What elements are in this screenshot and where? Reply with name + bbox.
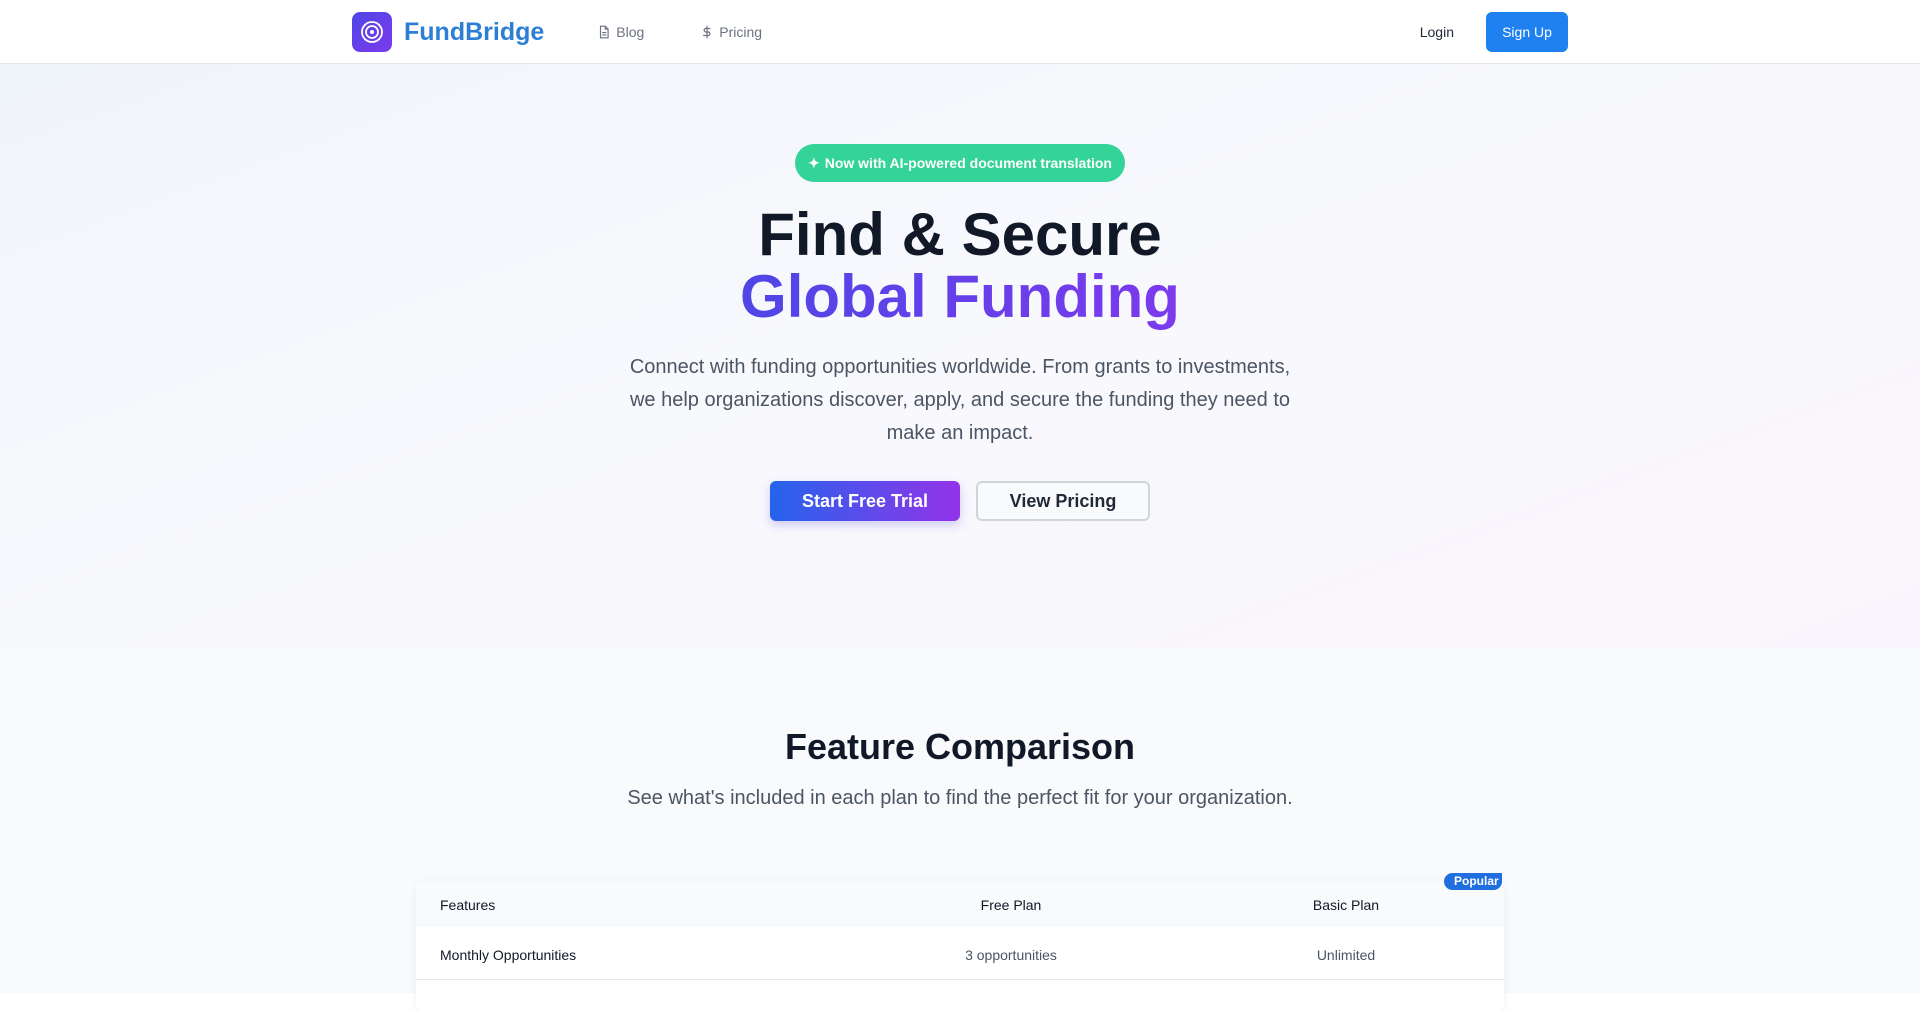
nav-actions: Login Sign Up <box>1420 12 1568 52</box>
hero-title-line1: Find & Secure <box>758 201 1162 268</box>
column-header-free-plan: Free Plan <box>980 897 1042 913</box>
section-subtitle: See what's included in each plan to find… <box>627 787 1293 809</box>
hero-title-highlight: Global Funding <box>740 263 1180 330</box>
login-link[interactable]: Login <box>1420 24 1454 40</box>
popular-badge: Popular <box>1444 873 1502 890</box>
nav-link-label: Pricing <box>719 24 763 40</box>
row-divider <box>416 979 1504 980</box>
view-pricing-button[interactable]: View Pricing <box>976 481 1150 521</box>
brand-name[interactable]: FundBridge <box>404 18 544 47</box>
nav-link-blog[interactable]: Blog <box>597 24 644 40</box>
nav-link-pricing[interactable]: Pricing <box>700 24 762 40</box>
sparkle-icon: ✦ <box>807 154 820 171</box>
hero-section: ✦ Now with AI-powered document translati… <box>0 64 1920 648</box>
hero-description: Connect with funding opportunities world… <box>629 356 1291 444</box>
badge-text: Now with AI-powered document translation <box>824 155 1112 171</box>
feature-comparison-section: Feature Comparison See what's included i… <box>0 648 1920 1011</box>
feature-name: Monthly Opportunities <box>440 947 577 963</box>
hero-title-line2: Global Funding <box>0 266 1920 328</box>
announcement-badge: ✦ Now with AI-powered document translati… <box>795 144 1125 182</box>
document-icon <box>600 25 609 39</box>
top-navbar: FundBridge Blog Pricing Login Sign Up <box>0 0 1920 64</box>
comparison-table: Features Free Plan Basic Plan Popular Mo… <box>416 873 1504 1011</box>
logo[interactable] <box>352 12 392 52</box>
column-header-basic-plan: Basic Plan <box>1312 897 1380 913</box>
target-icon <box>361 21 383 43</box>
start-free-trial-button[interactable]: Start Free Trial <box>770 481 960 521</box>
navbar-inner: FundBridge Blog Pricing Login Sign Up <box>352 0 1568 64</box>
section-title: Feature Comparison <box>784 726 1136 767</box>
nav-link-label: Blog <box>616 24 645 40</box>
free-plan-value: 3 opportunities <box>965 947 1057 963</box>
basic-plan-value: Unlimited <box>1316 947 1376 963</box>
column-header-features: Features <box>440 897 496 913</box>
dollar-icon <box>703 25 711 39</box>
table-header: Features Free Plan Basic Plan <box>416 881 1504 927</box>
signup-button[interactable]: Sign Up <box>1486 12 1568 52</box>
